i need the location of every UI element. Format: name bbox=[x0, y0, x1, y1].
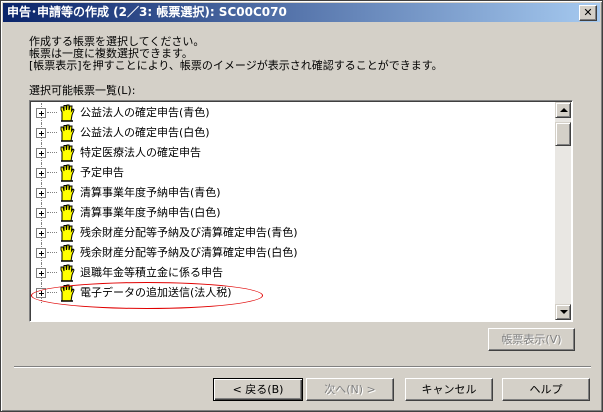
hand-document-icon bbox=[58, 164, 76, 182]
list-item-label: 退職年金等積立金に係る申告 bbox=[80, 266, 223, 279]
scroll-up-button[interactable] bbox=[555, 102, 571, 118]
expand-icon[interactable] bbox=[36, 228, 46, 238]
title-bar[interactable]: 申告･申請等の作成 (2／3: 帳票選択): SC00C070 ✕ bbox=[3, 3, 600, 22]
help-button[interactable]: ヘルプ bbox=[502, 378, 590, 401]
instruction-line-3: [帳票表示]を押すことにより、帳票のイメージが表示され確認することができます。 bbox=[29, 59, 443, 72]
tree-connector bbox=[47, 192, 57, 193]
list-item-label: 電子データの追加送信(法人税) bbox=[80, 286, 232, 299]
instructions: 作成する帳票を選択してください。 帳票は一度に複数選択できます。 [帳票表示]を… bbox=[29, 36, 443, 72]
arrow-down-icon bbox=[560, 310, 568, 314]
expand-icon[interactable] bbox=[36, 128, 46, 138]
hand-document-icon bbox=[58, 244, 76, 262]
list-label: 選択可能帳票一覧(L): bbox=[29, 84, 136, 97]
tree-connector bbox=[47, 132, 57, 133]
expand-icon[interactable] bbox=[36, 288, 46, 298]
close-button[interactable]: ✕ bbox=[579, 5, 597, 21]
list-item[interactable]: 公益法人の確定申告(青色) bbox=[32, 103, 556, 123]
tree-connector bbox=[47, 172, 57, 173]
hand-document-icon bbox=[58, 124, 76, 142]
list-item-label: 予定申告 bbox=[80, 166, 124, 179]
list-item[interactable]: 清算事業年度予納申告(青色) bbox=[32, 183, 556, 203]
list-item-label: 特定医療法人の確定申告 bbox=[80, 146, 201, 159]
list-item[interactable]: 特定医療法人の確定申告 bbox=[32, 143, 556, 163]
window-title: 申告･申請等の作成 (2／3: 帳票選択): SC00C070 bbox=[7, 5, 287, 19]
list-item[interactable]: 電子データの追加送信(法人税) bbox=[32, 283, 556, 303]
hand-document-icon bbox=[58, 224, 76, 242]
list-item[interactable]: 退職年金等積立金に係る申告 bbox=[32, 263, 556, 283]
tree-connector bbox=[47, 112, 57, 113]
hand-document-icon bbox=[58, 204, 76, 222]
tree-connector bbox=[47, 272, 57, 273]
expand-icon[interactable] bbox=[36, 268, 46, 278]
scroll-thumb[interactable] bbox=[555, 122, 571, 146]
list-item[interactable]: 公益法人の確定申告(白色) bbox=[32, 123, 556, 143]
close-icon: ✕ bbox=[583, 6, 593, 19]
expand-icon[interactable] bbox=[36, 148, 46, 158]
hand-document-icon bbox=[58, 284, 76, 302]
tree-connector bbox=[47, 232, 57, 233]
expand-icon[interactable] bbox=[36, 188, 46, 198]
list-item-label: 公益法人の確定申告(青色) bbox=[80, 106, 210, 119]
separator bbox=[14, 366, 591, 368]
hand-document-icon bbox=[58, 264, 76, 282]
list-item-label: 清算事業年度予納申告(白色) bbox=[80, 206, 221, 219]
view-form-button[interactable]: 帳票表示(V) bbox=[488, 328, 575, 351]
list-item[interactable]: 残余財産分配等予納及び清算確定申告(白色) bbox=[32, 243, 556, 263]
back-button[interactable]: < 戻る(B) bbox=[213, 378, 303, 401]
expand-icon[interactable] bbox=[36, 168, 46, 178]
hand-document-icon bbox=[58, 184, 76, 202]
list-item[interactable]: 残余財産分配等予納及び清算確定申告(青色) bbox=[32, 223, 556, 243]
expand-icon[interactable] bbox=[36, 108, 46, 118]
cancel-button[interactable]: キャンセル bbox=[405, 378, 493, 401]
list-item-label: 残余財産分配等予納及び清算確定申告(白色) bbox=[80, 246, 298, 259]
expand-icon[interactable] bbox=[36, 208, 46, 218]
list-item[interactable]: 予定申告 bbox=[32, 163, 556, 183]
tree-connector bbox=[47, 212, 57, 213]
list-item[interactable]: 清算事業年度予納申告(白色) bbox=[32, 203, 556, 223]
scroll-down-button[interactable] bbox=[555, 304, 571, 320]
hand-document-icon bbox=[58, 144, 76, 162]
form-list[interactable]: 公益法人の確定申告(青色) 公益法人の確定申告(白色) 特定医療法人の確定申告 予定申… bbox=[29, 100, 573, 322]
list-items: 公益法人の確定申告(青色) 公益法人の確定申告(白色) 特定医療法人の確定申告 予定申… bbox=[32, 103, 556, 319]
tree-connector bbox=[47, 252, 57, 253]
list-item-label: 残余財産分配等予納及び清算確定申告(青色) bbox=[80, 226, 298, 239]
list-item-label: 公益法人の確定申告(白色) bbox=[80, 126, 210, 139]
vertical-scrollbar[interactable] bbox=[555, 102, 571, 320]
dialog-window: 申告･申請等の作成 (2／3: 帳票選択): SC00C070 ✕ 作成する帳票… bbox=[0, 0, 603, 412]
tree-connector bbox=[47, 292, 57, 293]
hand-document-icon bbox=[58, 104, 76, 122]
arrow-up-icon bbox=[560, 108, 568, 112]
tree-connector bbox=[47, 152, 57, 153]
list-item-label: 清算事業年度予納申告(青色) bbox=[80, 186, 221, 199]
next-button[interactable]: 次へ(N) > bbox=[306, 378, 394, 401]
expand-icon[interactable] bbox=[36, 248, 46, 258]
